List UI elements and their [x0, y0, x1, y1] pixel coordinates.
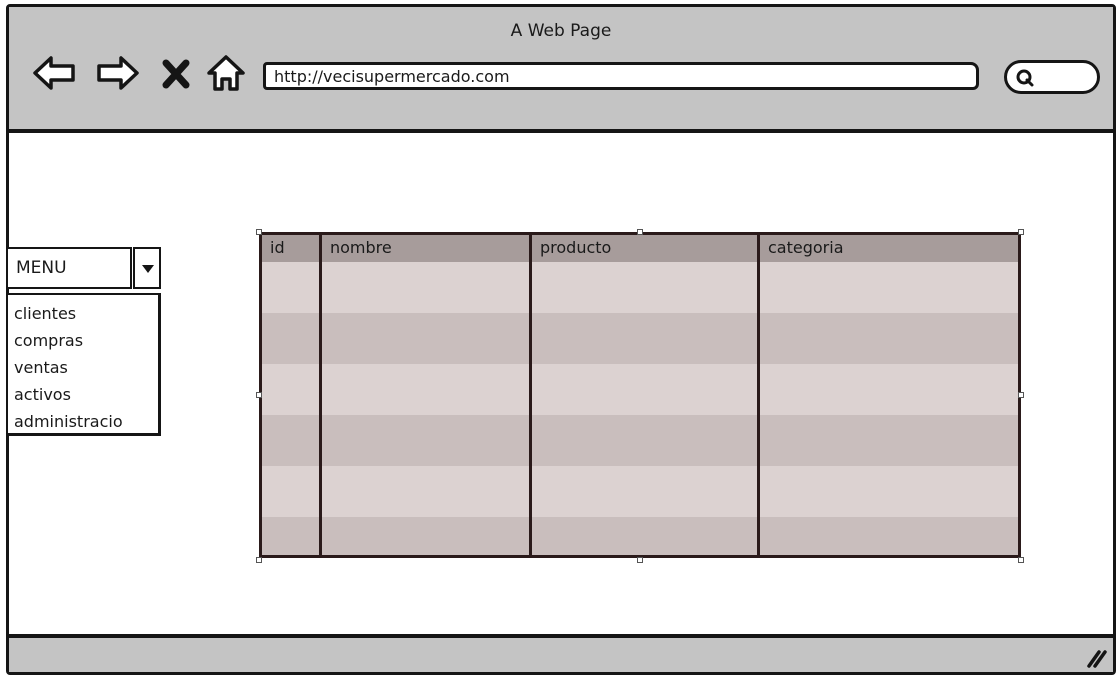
- column-header-producto[interactable]: producto: [532, 235, 758, 262]
- column-header-nombre[interactable]: nombre: [322, 235, 530, 262]
- selection-handle[interactable]: [1018, 557, 1024, 563]
- chevron-down-icon: [142, 265, 154, 273]
- browser-toolbar: A Web Page http://vecisupermercado.com: [9, 7, 1113, 133]
- column-divider: [529, 235, 532, 555]
- data-table[interactable]: id nombre producto categoria: [259, 232, 1021, 558]
- menu-item-compras[interactable]: compras: [14, 327, 158, 354]
- home-icon[interactable]: [205, 53, 247, 93]
- table-header: id nombre producto categoria: [262, 235, 1018, 262]
- search-field[interactable]: [1004, 60, 1100, 94]
- menu-dropdown[interactable]: MENU: [6, 247, 132, 289]
- back-arrow-icon[interactable]: [31, 53, 77, 93]
- table-row[interactable]: [262, 262, 1018, 313]
- menu-item-clientes[interactable]: clientes: [14, 300, 158, 327]
- table-row[interactable]: [262, 466, 1018, 517]
- selection-handle[interactable]: [256, 392, 262, 398]
- selection-handle[interactable]: [256, 229, 262, 235]
- column-header-id[interactable]: id: [262, 235, 320, 262]
- selection-handle[interactable]: [637, 229, 643, 235]
- menu-item-administracio[interactable]: administracio: [14, 408, 158, 435]
- menu-item-ventas[interactable]: ventas: [14, 354, 158, 381]
- table-row[interactable]: [262, 313, 1018, 364]
- selection-handle[interactable]: [637, 557, 643, 563]
- column-header-categoria[interactable]: categoria: [760, 235, 1018, 262]
- selection-handle[interactable]: [256, 557, 262, 563]
- table-row[interactable]: [262, 415, 1018, 466]
- selection-handle[interactable]: [1018, 229, 1024, 235]
- window-title: A Web Page: [510, 21, 612, 41]
- table-row[interactable]: [262, 517, 1018, 555]
- column-divider: [319, 235, 322, 555]
- search-icon: [1016, 69, 1034, 87]
- menu-dropdown-toggle[interactable]: [133, 247, 161, 289]
- menu-list: clientes compras ventas activos administ…: [6, 293, 161, 436]
- resize-grip-icon[interactable]: [1085, 646, 1107, 668]
- url-field[interactable]: http://vecisupermercado.com: [263, 62, 979, 90]
- table-row[interactable]: [262, 364, 1018, 415]
- status-bar: [9, 634, 1113, 672]
- column-divider: [757, 235, 760, 555]
- selection-handle[interactable]: [1018, 392, 1024, 398]
- close-icon[interactable]: [159, 53, 193, 93]
- menu-item-activos[interactable]: activos: [14, 381, 158, 408]
- forward-arrow-icon[interactable]: [95, 53, 141, 93]
